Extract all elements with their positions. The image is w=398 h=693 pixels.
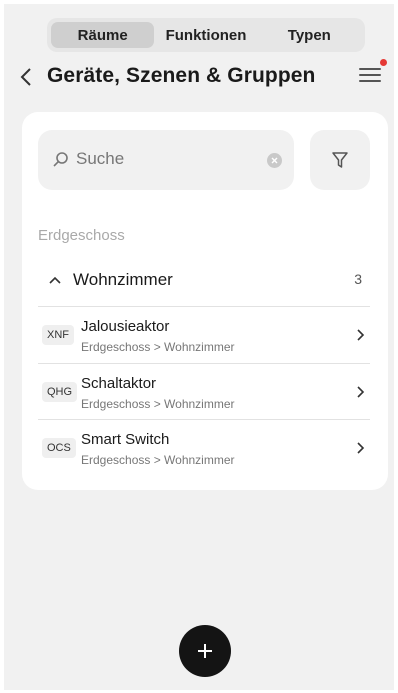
device-name: Schaltaktor: [81, 375, 157, 392]
device-path: Erdgeschoss > Wohnzimmer: [81, 397, 235, 411]
device-path: Erdgeschoss > Wohnzimmer: [81, 453, 235, 467]
search-icon: [52, 151, 70, 169]
list-item[interactable]: OCS Smart Switch Erdgeschoss > Wohnzimme…: [38, 419, 370, 475]
segmented-tabs: Räume Funktionen Typen: [47, 18, 365, 52]
device-badge: OCS: [42, 438, 76, 458]
add-button[interactable]: [179, 625, 231, 677]
room-header[interactable]: Wohnzimmer 3: [38, 258, 370, 302]
device-badge: QHG: [42, 382, 78, 402]
device-list-card: Erdgeschoss Wohnzimmer 3 XNF Jalousieakt…: [22, 112, 388, 490]
room-device-count: 3: [354, 271, 362, 287]
room-name: Wohnzimmer: [73, 270, 173, 289]
clear-icon[interactable]: [267, 153, 282, 168]
tab-raeume[interactable]: Räume: [51, 22, 155, 48]
list-item[interactable]: QHG Schaltaktor Erdgeschoss > Wohnzimmer: [38, 363, 370, 419]
notification-dot: [380, 59, 387, 66]
chevron-up-icon: [48, 272, 62, 284]
search-input[interactable]: [76, 149, 256, 169]
device-name: Smart Switch: [81, 431, 170, 448]
device-name: Jalousieaktor: [81, 318, 170, 335]
chevron-right-icon: [356, 441, 365, 455]
list-item[interactable]: XNF Jalousieaktor Erdgeschoss > Wohnzimm…: [38, 306, 370, 362]
floor-label: Erdgeschoss: [38, 227, 125, 244]
menu-icon[interactable]: [359, 59, 387, 86]
filter-icon: [332, 152, 348, 168]
chevron-right-icon: [356, 328, 365, 342]
back-icon[interactable]: [18, 66, 36, 88]
app-screen: Räume Funktionen Typen Geräte, Szenen & …: [4, 4, 394, 690]
search-field[interactable]: [38, 130, 294, 190]
tab-typen[interactable]: Typen: [258, 22, 361, 48]
page-title: Geräte, Szenen & Gruppen: [47, 64, 316, 87]
filter-button[interactable]: [310, 130, 370, 190]
tab-funktionen[interactable]: Funktionen: [154, 22, 257, 48]
device-badge: XNF: [42, 325, 74, 345]
chevron-right-icon: [356, 385, 365, 399]
device-path: Erdgeschoss > Wohnzimmer: [81, 340, 235, 354]
